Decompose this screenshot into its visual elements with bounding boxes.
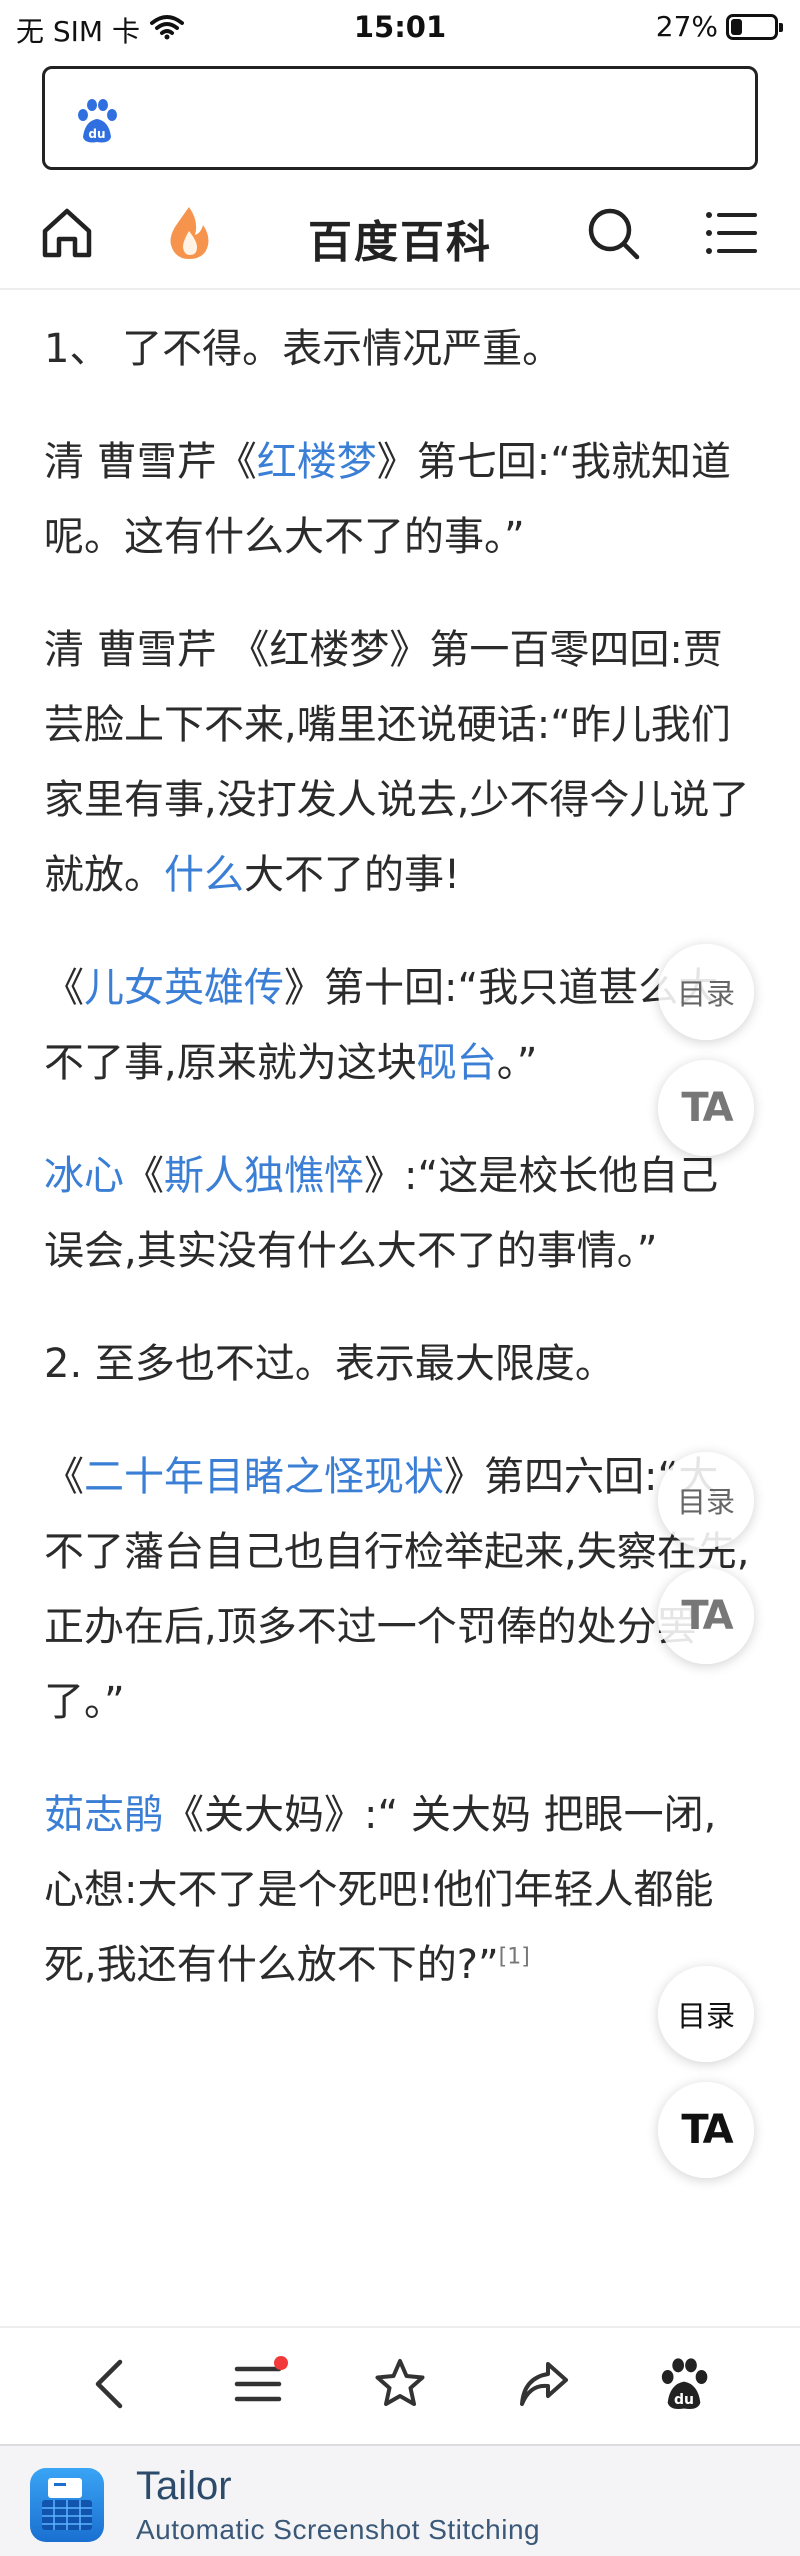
link-ernv-yingxiong-zhuan[interactable]: 儿女英雄传	[84, 965, 284, 1011]
list-menu-icon	[703, 205, 759, 265]
toc-button[interactable]: 目录	[658, 1966, 754, 2062]
back-button[interactable]	[74, 2350, 146, 2422]
reference-marker[interactable]: [1]	[499, 1945, 530, 1970]
link-ershinian-mudu[interactable]: 二十年目睹之怪现状	[84, 1454, 444, 1500]
link-hongloumeng[interactable]: 红楼梦	[257, 439, 377, 485]
star-icon	[372, 2356, 428, 2416]
link-yantai[interactable]: 砚台	[417, 1040, 497, 1086]
menu-button[interactable]	[700, 204, 762, 266]
paragraph-example-ruzhijuan: 茹志鹃《关大妈》:“ 关大妈 把眼一闭,心想:大不了是个死吧!他们年轻人都能死,…	[44, 1778, 756, 2003]
example-text: 《	[44, 1454, 84, 1500]
ta-label: TA	[681, 1085, 733, 1131]
menu-toolbar-button[interactable]	[222, 2350, 294, 2422]
search-input[interactable]: du	[42, 66, 758, 170]
paragraph-example-bingxin: 冰心《斯人独憔悴》:“这是校长他自己误会,其实没有什么大不了的事情。”	[44, 1139, 756, 1289]
example-text: 。”	[496, 1040, 538, 1086]
paragraph-example-ernv: 《儿女英雄传》第十回:“我只道甚么大不了事,原来就为这块砚台。”	[44, 951, 756, 1101]
share-button[interactable]	[508, 2350, 580, 2422]
ta-button[interactable]: TA	[658, 1568, 754, 1664]
status-bar: 无 SIM 卡 15:01 27%	[0, 0, 800, 54]
meaning-2-text: 2. 至多也不过。表示最大限度。	[44, 1341, 615, 1387]
share-icon	[516, 2356, 572, 2416]
favorite-button[interactable]	[364, 2350, 436, 2422]
ta-label: TA	[681, 2107, 733, 2153]
toc-label: 目录	[676, 1485, 735, 1519]
baidu-paw-icon: du	[658, 2356, 710, 2416]
page-header: 百度百科	[0, 182, 800, 290]
notification-dot	[274, 2356, 288, 2370]
svg-text:du: du	[88, 127, 105, 141]
tailor-subtitle: Automatic Screenshot Stitching	[136, 2514, 541, 2545]
bottom-toolbar: du	[0, 2326, 800, 2444]
baidu-paw-icon: du	[75, 97, 119, 145]
ta-button[interactable]: TA	[658, 2082, 754, 2178]
back-icon	[86, 2356, 134, 2416]
link-bingxin[interactable]: 冰心	[44, 1153, 124, 1199]
baidu-button[interactable]: du	[648, 2350, 720, 2422]
example-text: 大不了的事!	[244, 852, 461, 898]
toc-button[interactable]: 目录	[658, 1452, 754, 1548]
tailor-title: Tailor	[136, 2464, 232, 2508]
search-button[interactable]	[582, 204, 644, 266]
status-right: 27%	[655, 10, 783, 43]
battery-fill	[731, 18, 743, 35]
search-icon	[585, 205, 641, 265]
toc-label: 目录	[676, 1999, 735, 2033]
paragraph-example-hongloumeng-7: 清 曹雪芹《红楼梦》第七回:“我就知道呢。这有什么大不了的事。”	[44, 425, 756, 575]
svg-text:du: du	[674, 2392, 694, 2408]
battery-percent: 27%	[655, 10, 718, 43]
paragraph-meaning-2: 2. 至多也不过。表示最大限度。	[44, 1327, 756, 1402]
example-text: 《	[124, 1153, 164, 1199]
toc-label: 目录	[676, 977, 735, 1011]
example-text: 《	[44, 965, 84, 1011]
meaning-1-text: 1、 了不得。表示情况严重。	[44, 326, 563, 372]
toc-button[interactable]: 目录	[658, 944, 754, 1040]
example-text: 清 曹雪芹《	[44, 439, 257, 485]
page-title: 百度百科	[308, 217, 492, 268]
ta-label: TA	[681, 1593, 733, 1639]
link-ruzhijuan[interactable]: 茹志鹃	[44, 1792, 164, 1838]
link-siren-du-qiaocui[interactable]: 斯人独憔悴	[164, 1153, 364, 1199]
paragraph-example-ershinian: 《二十年目睹之怪现状》第四六回:“大不了藩台自己也自行检举起来,失察在先,正办在…	[44, 1440, 756, 1740]
paragraph-example-hongloumeng-104: 清 曹雪芹 《红楼梦》第一百零四回:贾芸脸上下不来,嘴里还说硬话:“昨儿我们家里…	[44, 613, 756, 913]
tailor-app-icon	[30, 2468, 104, 2542]
link-shenme[interactable]: 什么	[164, 852, 244, 898]
article-body: 1、 了不得。表示情况严重。 清 曹雪芹《红楼梦》第七回:“我就知道呢。这有什么…	[44, 312, 756, 2041]
paragraph-meaning-1: 1、 了不得。表示情况严重。	[44, 312, 756, 387]
ta-button[interactable]: TA	[658, 1060, 754, 1156]
battery-icon	[726, 13, 783, 40]
tailor-banner: Tailor Automatic Screenshot Stitching	[0, 2444, 800, 2556]
